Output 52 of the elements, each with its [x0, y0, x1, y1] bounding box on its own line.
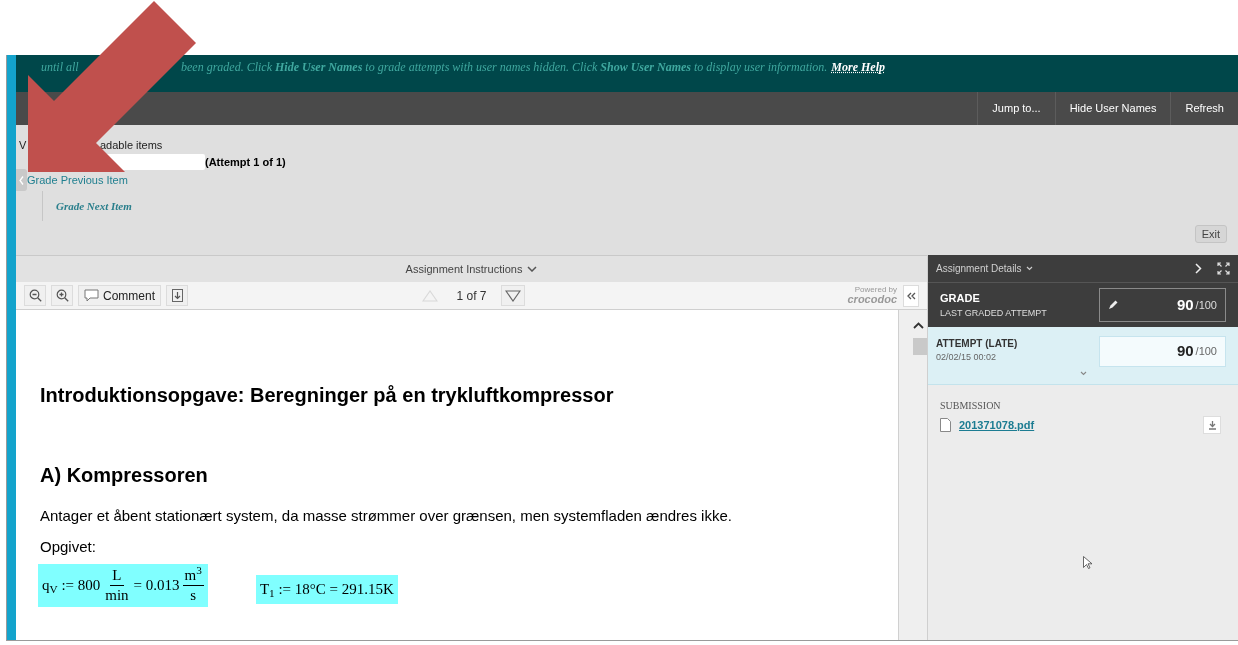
instruction-text: until all [41, 59, 80, 76]
next-page-button[interactable] [500, 285, 525, 306]
assignment-instructions-toggle[interactable]: Assignment Instructions [405, 260, 538, 278]
zoom-in-icon [55, 289, 69, 302]
download-button[interactable] [166, 285, 188, 306]
file-link[interactable]: 201371078.pdf [959, 416, 1035, 434]
download-icon [1207, 420, 1217, 430]
label-text: V [19, 137, 28, 153]
instruction-text: been graded. Click Hide User Names to grade attempts with user names hidden. Click Show User Names to display user information. [181, 59, 828, 76]
math-formula: T$_{1}$ := 18°C = 291.15K [255, 575, 398, 604]
chevron-left-icon [19, 175, 24, 185]
crocodoc-logo: Powered by crocodoc [847, 286, 897, 305]
label-text: adable items [100, 137, 163, 153]
attempt-date: 02/02/15 00:02 [936, 351, 998, 364]
grade-label: GRADE [940, 291, 981, 306]
grade-next-link[interactable]: Grade Next Item [56, 197, 132, 215]
double-chevron-left-icon [906, 291, 916, 300]
chevron-down-icon[interactable] [1079, 371, 1087, 376]
assignment-details-toggle[interactable]: Assignment Details [936, 261, 1033, 276]
chevron-down-icon [527, 266, 538, 272]
download-icon [171, 289, 183, 302]
collapse-button[interactable] [903, 284, 919, 307]
section-heading: A) Kompressoren [40, 463, 209, 488]
attempt-grade-field[interactable]: 90/100 [1099, 336, 1226, 367]
expand-icon[interactable] [1217, 262, 1230, 275]
download-button[interactable] [1203, 416, 1221, 434]
grade-previous-link[interactable]: Grade Previous Item [27, 171, 128, 189]
scroll-up-icon[interactable] [913, 322, 924, 329]
pencil-icon [1108, 300, 1118, 310]
speech-bubble-icon [84, 289, 99, 302]
zoom-out-button[interactable] [24, 285, 46, 306]
comment-button[interactable]: Comment [78, 285, 161, 306]
grade-field[interactable]: 90/100 [1099, 288, 1226, 322]
exit-button[interactable]: Exit [1194, 225, 1227, 243]
scrollbar-thumb[interactable] [913, 338, 927, 355]
triangle-up-icon [422, 289, 439, 302]
file-icon [940, 418, 951, 432]
page-indicator: 1 of 7 [456, 287, 487, 305]
mouse-pointer-icon [1083, 556, 1092, 569]
grade-caption: LAST GRADED ATTEMPT [940, 306, 1048, 320]
chevron-down-icon [1025, 266, 1033, 271]
more-help-link[interactable]: More Help [831, 58, 885, 76]
zoom-out-icon [28, 289, 42, 302]
document-title: Introduktionsopgave: Beregninger på en trykluftkompressor [40, 383, 615, 408]
chevron-right-icon[interactable] [1195, 263, 1202, 274]
triangle-down-icon [504, 289, 521, 302]
paragraph: Antager et åbent stationært system, da masse strømmer over grænsen, men systemfladen ændres ikke. [40, 506, 733, 526]
zoom-in-button[interactable] [51, 285, 73, 306]
attempt-label: ATTEMPT (LATE) [936, 337, 1019, 351]
submission-heading: SUBMISSION [940, 399, 1002, 413]
paragraph: Opgivet: [40, 536, 97, 557]
attempt-label: (Attempt 1 of 1) [205, 154, 286, 170]
